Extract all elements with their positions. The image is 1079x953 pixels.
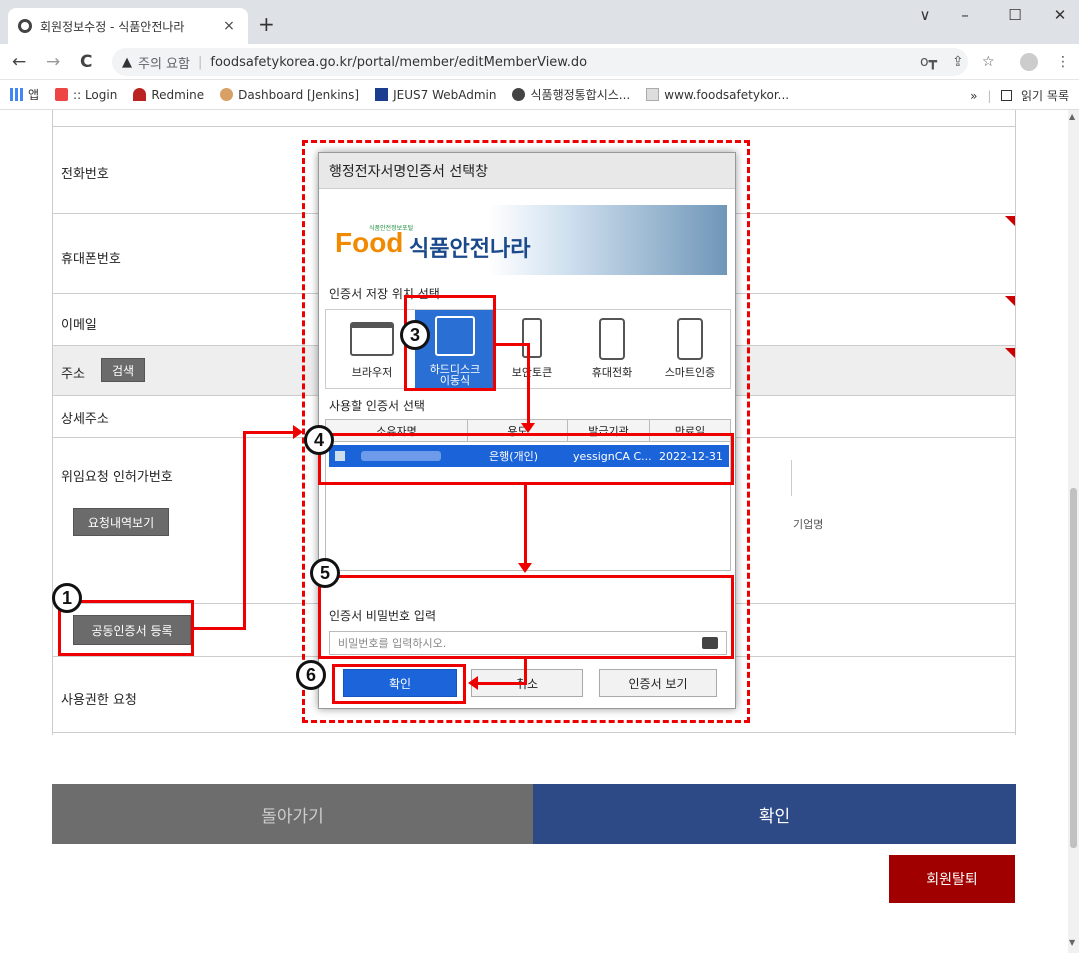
address-separator: |: [197, 54, 203, 70]
connector-line: [478, 682, 527, 685]
bookmark-food-admin[interactable]: 식품행정통합시스...: [512, 86, 630, 103]
connector-line: [194, 627, 246, 630]
phone-label: 전화번호: [61, 167, 109, 182]
highlight-step4: [318, 433, 734, 485]
reading-list-icon[interactable]: [1001, 90, 1013, 101]
star-icon[interactable]: ☆: [982, 54, 995, 70]
bookmark-label: 앱: [28, 88, 40, 102]
browser-toolbar: ← → C ▲ 주의 요함 | foodsafetykorea.go.kr/po…: [0, 44, 1079, 80]
bookmark-jenkins[interactable]: Dashboard [Jenkins]: [220, 88, 359, 102]
globe-icon: [512, 88, 526, 101]
profile-avatar[interactable]: [1020, 53, 1038, 71]
bookmarks-right: » | 읽기 목록: [970, 87, 1069, 104]
arrow-right-icon: [293, 425, 303, 439]
scrollbar-thumb[interactable]: [1070, 488, 1077, 848]
confirm-button-page[interactable]: 확인: [533, 784, 1016, 844]
arrow-down-icon: [518, 563, 532, 573]
redmine-icon: [133, 88, 147, 101]
page-icon: [646, 88, 660, 101]
menu-icon[interactable]: ⋮: [1056, 54, 1070, 70]
bookmark-label: Redmine: [151, 87, 205, 102]
bookmarks-divider: |: [987, 89, 992, 103]
address-bar[interactable]: ▲ 주의 요함 | foodsafetykorea.go.kr/portal/m…: [112, 48, 968, 76]
step-badge-1: 1: [52, 583, 82, 613]
highlight-step5: [318, 575, 734, 659]
bookmark-label: Dashboard [Jenkins]: [238, 87, 360, 102]
browser-tabbar: 회원정보수정 - 식품안전나라 × + ∨ – ☐ ✕: [0, 0, 1079, 44]
company-name-label: 기업명: [793, 518, 824, 531]
forward-button[interactable]: →: [46, 52, 60, 72]
usage-request-label: 사용권한 요청: [61, 693, 137, 708]
connector-line: [243, 432, 246, 630]
request-history-button[interactable]: 요청내역보기: [73, 508, 169, 536]
browser-tab[interactable]: 회원정보수정 - 식품안전나라 ×: [8, 8, 248, 44]
address-search-button[interactable]: 검색: [101, 358, 145, 382]
arrow-left-icon: [468, 676, 478, 690]
mobile-label: 휴대폰번호: [61, 252, 121, 267]
withdraw-button[interactable]: 회원탈퇴: [889, 855, 1015, 903]
step-badge-6: 6: [296, 660, 326, 690]
share-icon[interactable]: ⇪: [952, 54, 964, 70]
required-marker: [1005, 216, 1015, 226]
bookmark-login[interactable]: :: Login: [55, 88, 117, 102]
reading-list-label[interactable]: 읽기 목록: [1021, 89, 1069, 103]
bookmark-jeus[interactable]: JEUS7 WebAdmin: [375, 88, 496, 102]
globe-icon: [18, 19, 32, 33]
tab-search-icon[interactable]: ∨: [910, 6, 940, 24]
back-button-page[interactable]: 돌아가기: [52, 784, 533, 844]
bookmark-label: www.foodsafetykor...: [664, 87, 790, 102]
bookmark-label: :: Login: [73, 87, 118, 102]
bookmarks-bar: 앱 :: Login Redmine Dashboard [Jenkins] J…: [0, 80, 1079, 110]
back-button[interactable]: ←: [12, 52, 26, 72]
column-divider: [791, 460, 792, 496]
reload-button[interactable]: C: [80, 52, 92, 72]
scroll-down-arrow-icon[interactable]: ▼: [1069, 938, 1075, 947]
required-marker: [1005, 348, 1015, 358]
required-marker: [1005, 296, 1015, 306]
step-badge-4: 4: [304, 425, 334, 455]
more-bookmarks-button[interactable]: »: [970, 89, 977, 103]
address-label: 주소: [61, 367, 85, 382]
tab-close-icon[interactable]: ×: [220, 18, 238, 34]
bookmark-label: 식품행정통합시스...: [530, 88, 631, 102]
step-badge-3: 3: [400, 320, 430, 350]
connector-line: [243, 431, 295, 434]
form-row-top: [53, 110, 1015, 126]
security-warning[interactable]: 주의 요함: [138, 53, 190, 72]
jenkins-icon: [220, 88, 234, 101]
new-tab-button[interactable]: +: [258, 12, 275, 36]
close-window-button[interactable]: ✕: [1045, 6, 1075, 24]
arrow-down-icon: [521, 423, 535, 433]
warning-icon[interactable]: ▲: [122, 55, 132, 70]
maximize-button[interactable]: ☐: [1000, 6, 1030, 24]
jeus-icon: [375, 88, 389, 101]
login-icon: [55, 88, 69, 101]
address-detail-label: 상세주소: [61, 412, 109, 427]
connector-line: [496, 343, 530, 346]
apps-grid-icon: [10, 88, 23, 101]
scroll-up-arrow-icon[interactable]: ▲: [1069, 112, 1075, 121]
delegation-label: 위임요청 인허가번호: [61, 470, 173, 485]
connector-line: [527, 343, 530, 423]
bookmark-label: JEUS7 WebAdmin: [393, 87, 497, 102]
highlight-step1: [58, 600, 194, 656]
highlight-step6: [332, 664, 466, 704]
bookmark-foodsafety[interactable]: www.foodsafetykor...: [646, 88, 789, 102]
tab-title: 회원정보수정 - 식품안전나라: [40, 19, 185, 34]
minimize-button[interactable]: –: [950, 6, 980, 24]
connector-line: [524, 485, 527, 563]
url-text[interactable]: foodsafetykorea.go.kr/portal/member/edit…: [210, 55, 587, 70]
key-icon[interactable]: o┳: [920, 54, 937, 70]
step-badge-5: 5: [310, 558, 340, 588]
bookmark-redmine[interactable]: Redmine: [133, 88, 204, 102]
bookmark-apps[interactable]: 앱: [10, 86, 39, 103]
email-label: 이메일: [61, 318, 97, 333]
